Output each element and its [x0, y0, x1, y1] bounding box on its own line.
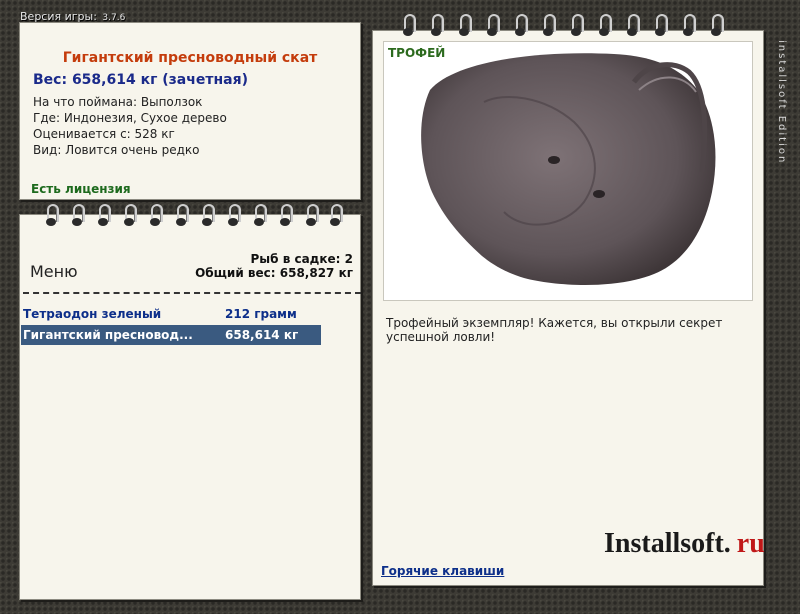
binder-ring-icon — [458, 14, 472, 36]
menu-button[interactable]: Меню — [30, 262, 78, 281]
caught-on: На что поймана: Выползок — [33, 95, 203, 109]
fish-list-item[interactable]: Тетраодон зеленый 212 грамм — [21, 304, 321, 324]
kind: Вид: Ловится очень редко — [33, 143, 200, 157]
binder-ring-icon — [682, 14, 696, 36]
binder-ring-icon — [71, 204, 85, 226]
binder-ring-icon — [626, 14, 640, 36]
binder-ring-icon — [45, 204, 59, 226]
stingray-image — [421, 53, 716, 285]
binder-ring-icon — [279, 204, 293, 226]
installsoft-logo: Installsoft. ru — [604, 528, 765, 560]
fish-name: Тетраодон зеленый — [23, 307, 162, 321]
menu-card: Меню Рыб в садке: 2 Общий вес: 658,827 к… — [19, 204, 361, 600]
binder-ring-icon — [227, 204, 241, 226]
rated-from: Оценивается с: 528 кг — [33, 127, 175, 141]
binder-ring-icon — [402, 14, 416, 36]
binder-ring-icon — [430, 14, 444, 36]
dashed-divider — [23, 292, 361, 294]
fish-title: Гигантский пресноводный скат — [62, 50, 318, 66]
binder-ring-icon — [654, 14, 668, 36]
logo-domain: ru — [736, 528, 765, 559]
fish-info-card: Гигантский пресноводный скат Вес: 658,61… — [19, 22, 361, 200]
total-weight: Общий вес: 658,827 кг — [195, 266, 353, 280]
license-status: Есть лицензия — [31, 182, 131, 196]
hotkeys-link[interactable]: Горячие клавиши — [381, 564, 504, 578]
binder-ring-icon — [97, 204, 111, 226]
binder-ring-icon — [486, 14, 500, 36]
location: Где: Индонезия, Сухое дерево — [33, 111, 227, 125]
binder-ring-icon — [305, 204, 319, 226]
logo-name: Installsoft. — [604, 528, 731, 559]
binder-ring-icon — [542, 14, 556, 36]
fish-weight: Вес: 658,614 кг (зачетная) — [33, 72, 248, 88]
fish-count: Рыб в садке: 2 — [250, 252, 354, 266]
catch-stats: Рыб в садке: 2 Общий вес: 658,827 кг — [195, 252, 353, 280]
fish-list-item-selected[interactable]: Гигантский пресновод... 658,614 кг — [21, 325, 321, 345]
fish-row-weight: 212 грамм — [225, 307, 297, 321]
binder-ring-icon — [598, 14, 612, 36]
binder-ring-icon — [329, 204, 343, 226]
binder-ring-icon — [514, 14, 528, 36]
trophy-description: Трофейный экземпляр! Кажется, вы открыли… — [386, 316, 723, 344]
fish-row-weight: 658,614 кг — [225, 328, 299, 342]
binder-ring-icon — [175, 204, 189, 226]
binder-ring-icon — [253, 204, 267, 226]
binder-ring-icon — [201, 204, 215, 226]
binder-ring-icon — [710, 14, 724, 36]
trophy-label: ТРОФЕЙ — [388, 46, 446, 60]
trophy-image-box: ТРОФЕЙ — [384, 42, 752, 300]
binder-ring-icon — [149, 204, 163, 226]
binder-ring-icon — [570, 14, 584, 36]
side-caption: installsoft Edition — [776, 40, 787, 165]
trophy-card: ТРОФЕЙ Трофейный экземпляр! Кажется, вы … — [372, 14, 765, 586]
fish-name: Гигантский пресновод... — [23, 328, 193, 342]
binder-ring-icon — [123, 204, 137, 226]
